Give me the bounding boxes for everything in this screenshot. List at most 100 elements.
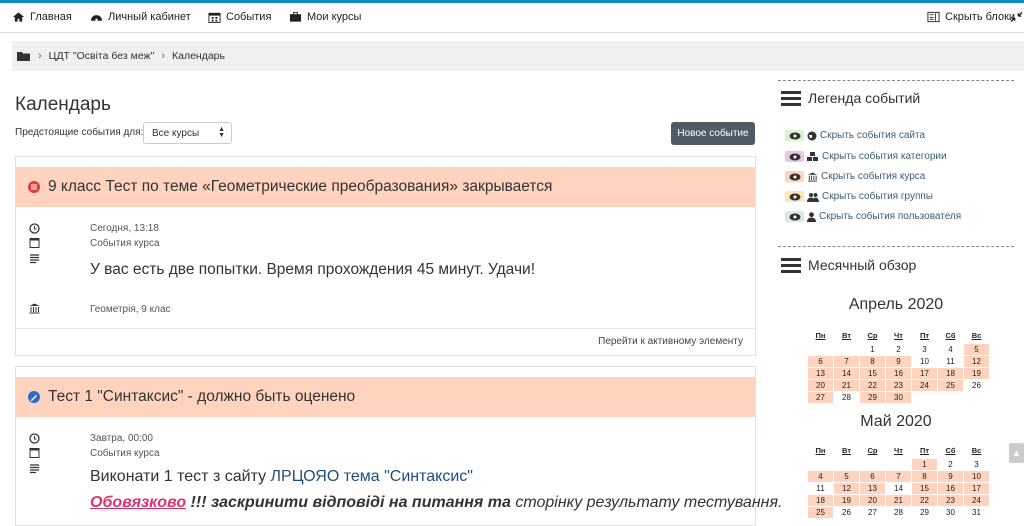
calendar-week: 11 12 13 14 15 16 17 [807, 481, 990, 495]
calendar-day: 26 [963, 378, 990, 392]
calendar-day[interactable]: 25 [807, 505, 834, 519]
calendar-april: Пн Вт Ср Чт Пт Сб Вс 1 2 3 4 5 6 7 8 9 10 11 12 13 14 15 16 17 1… [807, 329, 990, 404]
calendar-day[interactable]: 18 [937, 366, 964, 380]
calendar-day[interactable]: 7 [885, 469, 912, 483]
filter-label: Предстоящие события для: [15, 127, 144, 138]
weekday-header: Сб [945, 446, 956, 456]
course-filter-value: Все курсы [152, 128, 200, 139]
menu-icon [781, 90, 801, 106]
eye-icon [785, 130, 804, 141]
calendar-day[interactable]: 25 [937, 378, 964, 392]
eye-icon [785, 151, 804, 162]
monthly-block-title: Месячный обзор [781, 257, 916, 273]
calendar-day[interactable]: 5 [963, 342, 990, 356]
calendar-day[interactable]: 16 [937, 481, 964, 495]
divider [16, 328, 755, 329]
calendar-day[interactable]: 21 [885, 493, 912, 507]
event-time: Завтра, 00:00 [90, 433, 153, 444]
event-type: События курса [90, 448, 160, 459]
calendar-day[interactable]: 18 [807, 493, 834, 507]
scroll-to-top-button[interactable]: ▲ [1009, 443, 1024, 463]
calendar-day[interactable]: 23 [885, 378, 912, 392]
cubes-icon [807, 151, 818, 161]
calendar-day[interactable]: 1 [911, 457, 938, 471]
calendar-day[interactable]: 12 [833, 481, 860, 495]
calendar-day[interactable]: 16 [885, 366, 912, 380]
calendar-day[interactable]: 6 [859, 469, 886, 483]
calendar-day[interactable]: 30 [885, 390, 912, 404]
calendar-day: 26 [833, 505, 860, 519]
page-title: Календарь [15, 94, 111, 115]
calendar-day[interactable]: 8 [859, 354, 886, 368]
month-title-april[interactable]: Апрель 2020 [778, 296, 1014, 314]
breadcrumb-separator: › [38, 50, 42, 62]
legend-item-category[interactable]: Скрыть события категории [785, 151, 947, 162]
legend-item-course[interactable]: Скрыть события курса [785, 171, 925, 182]
calendar-day[interactable]: 24 [911, 378, 938, 392]
weekday-header: Сб [945, 331, 956, 341]
calendar-day: 2 [937, 457, 964, 471]
course-filter-select[interactable]: Все курсы ▲ ▼ [143, 122, 232, 144]
calendar-day[interactable]: 4 [807, 469, 834, 483]
calendar-day[interactable]: 24 [963, 493, 990, 507]
calendar-day[interactable]: 20 [807, 378, 834, 392]
calendar-icon [29, 238, 40, 248]
calendar-day[interactable]: 22 [859, 378, 886, 392]
calendar-day[interactable]: 19 [833, 493, 860, 507]
legend-item-user[interactable]: Скрыть события пользователя [785, 211, 961, 222]
calendar-day: 14 [885, 481, 912, 495]
legend-item-group[interactable]: Скрыть события группы [785, 191, 933, 202]
event-title[interactable]: Тест 1 "Синтаксис" - должно быть оценено [48, 388, 355, 406]
assignment-icon [28, 391, 40, 403]
goto-activity-link[interactable]: Перейти к активному элементу [598, 336, 743, 347]
calendar-day[interactable]: 13 [807, 366, 834, 380]
briefcase-icon [289, 11, 302, 22]
calendar-day[interactable]: 19 [963, 366, 990, 380]
eye-icon [785, 211, 804, 222]
event-description: У вас есть две попытки. Время прохождени… [90, 261, 536, 278]
calendar-day[interactable]: 7 [833, 354, 860, 368]
event-title[interactable]: 9 класс Тест по теме «Геометрические пре… [48, 178, 552, 196]
calendar-day[interactable]: 15 [859, 366, 886, 380]
calendar-day[interactable]: 23 [937, 493, 964, 507]
lrtsoyao-link[interactable]: ЛРЦОЯО тема "Синтаксис" [271, 468, 473, 485]
top-navbar: Главная Личный кабинет События Мои курсы… [0, 0, 1024, 33]
nav-events[interactable]: События [208, 11, 271, 23]
calendar-day: 28 [885, 505, 912, 519]
month-title-may[interactable]: Май 2020 [778, 413, 1014, 431]
calendar-day[interactable]: 29 [859, 390, 886, 404]
calendar-day[interactable]: 5 [833, 469, 860, 483]
calendar-day[interactable]: 13 [859, 481, 886, 495]
eye-icon [785, 171, 804, 182]
nav-home[interactable]: Главная [12, 11, 72, 23]
calendar-day[interactable]: 12 [963, 354, 990, 368]
event-header: Тест 1 "Синтаксис" - должно быть оценено [16, 377, 755, 417]
calendar-empty-cell [807, 457, 834, 471]
calendar-day[interactable]: 9 [937, 469, 964, 483]
breadcrumb-item-calendar[interactable]: Календарь [172, 50, 225, 62]
calendar-day[interactable]: 10 [963, 469, 990, 483]
calendar-day[interactable]: 20 [859, 493, 886, 507]
breadcrumb-item-center[interactable]: ЦДТ "Освіта без меж" [49, 50, 155, 62]
calendar-day[interactable]: 27 [807, 390, 834, 404]
nav-my-courses[interactable]: Мои курсы [289, 11, 361, 23]
fullscreen-toggle[interactable] [1010, 11, 1023, 23]
calendar-day[interactable]: 17 [911, 366, 938, 380]
calendar-day[interactable]: 14 [833, 366, 860, 380]
nav-dashboard[interactable]: Личный кабинет [90, 11, 191, 23]
calendar-day[interactable]: 9 [885, 354, 912, 368]
event-course[interactable]: Геометрія, 9 клас [90, 304, 171, 315]
calendar-day[interactable]: 17 [963, 481, 990, 495]
calendar-day[interactable]: 6 [807, 354, 834, 368]
calendar-day[interactable]: 21 [833, 378, 860, 392]
folder-icon[interactable] [17, 51, 31, 62]
calendar-may: Пн Вт Ср Чт Пт Сб Вс 1 2 3 4 5 6 7 8 9 10 11 12 13 14 15 16 17 1… [807, 444, 990, 519]
legend-item-site[interactable]: Скрыть события сайта [785, 130, 925, 141]
calendar-day[interactable]: 15 [911, 481, 938, 495]
nav-hide-blocks[interactable]: Скрыть блоки [927, 11, 1015, 23]
new-event-button[interactable]: Новое событие [671, 122, 755, 145]
calendar-day[interactable]: 22 [911, 493, 938, 507]
description-icon [30, 254, 39, 264]
calendar-day[interactable]: 8 [911, 469, 938, 483]
calendar-day: 31 [963, 505, 990, 519]
